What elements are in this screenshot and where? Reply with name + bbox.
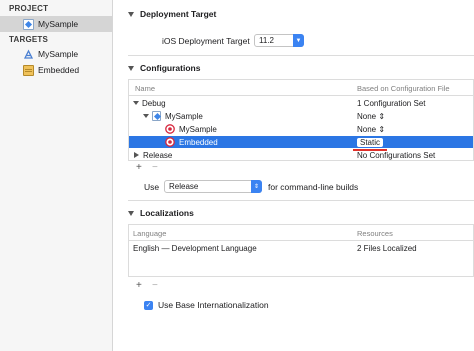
table-row[interactable]: MySample None ⇕ [129,110,473,122]
app-target-icon [23,49,34,60]
configurations-table-header: Name Based on Configuration File [129,80,473,96]
stepper-icon: ⇕ [378,111,386,121]
chevron-down-icon[interactable]: ⇕ [251,180,262,193]
localization-resources: 2 Files Localized [357,243,417,253]
table-row[interactable]: Debug 1 Configuration Set [129,97,473,109]
table-row-selected[interactable]: Embedded Static [129,136,473,148]
config-based-on: None [357,111,377,121]
config-based-on-popup[interactable]: None ⇕ [357,112,385,121]
app-project-icon [152,111,161,121]
config-based-on: Static [360,137,381,147]
config-name: Embedded [179,137,218,147]
configurations-title: Configurations [140,63,201,73]
command-line-config-popup[interactable]: Release ⇕ [164,180,262,193]
deployment-target-label: iOS Deployment Target [162,36,250,46]
stepper-icon: ⇕ [378,124,386,134]
sidebar-item-label: Embedded [38,65,80,75]
table-row[interactable]: MySample None ⇕ [129,123,473,135]
config-name: Debug [142,98,166,108]
remove-localization-button[interactable]: − [152,280,158,291]
column-header-language[interactable]: Language [133,229,166,238]
localizations-table: Language Resources English — Development… [128,224,474,277]
divider [128,55,474,56]
config-based-on: None [357,124,377,134]
config-based-on: No Configurations Set [357,150,436,160]
localizations-section-header[interactable]: Localizations [128,208,194,218]
add-configuration-button[interactable]: + [136,162,142,173]
configurations-section-header[interactable]: Configurations [128,63,200,73]
config-based-on-popup[interactable]: Static [357,137,384,147]
base-internationalization-label: Use Base Internationalization [158,300,269,310]
disclosure-triangle-icon[interactable] [143,114,149,118]
disclosure-triangle-icon[interactable] [133,101,139,105]
add-localization-button[interactable]: + [136,280,142,291]
column-header-based-on[interactable]: Based on Configuration File [357,84,450,93]
column-header-name[interactable]: Name [135,84,155,93]
config-name: MySample [165,111,203,121]
table-row[interactable]: English — Development Language 2 Files L… [129,242,473,254]
deployment-target-combo[interactable]: 11.2 ▼ [254,34,304,47]
localizations-table-header: Language Resources [129,225,473,241]
config-based-on: 1 Configuration Set [357,98,426,108]
sidebar-item-project[interactable]: MySample [0,16,112,32]
checkmark-icon[interactable]: ✓ [144,300,153,310]
sidebar-item-label: MySample [38,19,79,29]
disclosure-triangle-icon [128,65,134,71]
deployment-section-header[interactable]: Deployment Target [128,9,216,19]
chevron-down-icon[interactable]: ▼ [293,34,304,47]
command-line-config-value: Release [169,182,199,191]
disclosure-triangle-icon [128,210,134,216]
config-name: Release [143,150,173,160]
sidebar-item-target-embedded[interactable]: Embedded [0,62,112,78]
config-name: MySample [179,124,217,134]
build-settings-panel: Deployment Target iOS Deployment Target … [114,0,474,351]
table-row[interactable]: Release No Configurations Set [129,149,473,161]
localizations-title: Localizations [140,208,194,218]
sidebar-item-target-mysample[interactable]: MySample [0,46,112,62]
deployment-target-value: 11.2 [259,36,274,45]
configurations-table: Name Based on Configuration File Debug 1… [128,79,474,161]
remove-configuration-button[interactable]: − [152,162,158,173]
target-icon [165,136,176,148]
target-icon [165,123,176,135]
disclosure-triangle-icon[interactable] [134,152,139,158]
localization-language: English — Development Language [133,243,257,253]
divider [128,200,474,201]
project-header: PROJECT [9,4,49,13]
column-header-resources[interactable]: Resources [357,229,393,238]
config-based-on-popup[interactable]: None ⇕ [357,125,385,134]
sidebar-item-label: MySample [38,49,79,59]
command-line-builds-label: for command-line builds [268,182,359,192]
app-project-icon [23,18,34,30]
framework-icon [23,64,34,76]
project-navigator-sidebar: PROJECT MySample TARGETS MySample Embedd… [0,0,113,351]
base-internationalization-checkbox[interactable]: ✓ Use Base Internationalization [144,300,269,310]
use-label: Use [144,182,160,192]
disclosure-triangle-icon [128,11,134,17]
targets-header: TARGETS [9,35,49,44]
deployment-title: Deployment Target [140,9,217,19]
